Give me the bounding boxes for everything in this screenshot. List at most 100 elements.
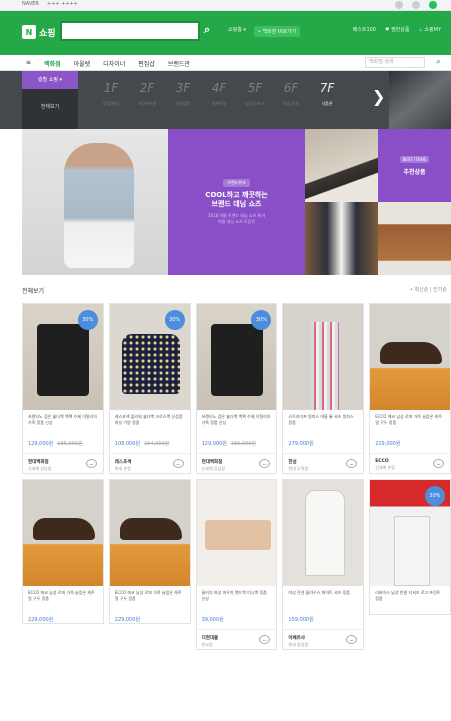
floor-banner-image <box>389 71 451 129</box>
shop-name[interactable]: 현대백화점 <box>202 460 223 465</box>
product-card[interactable]: 스트라이프 원피스 여름 롱 셔츠 원피스 정품 279,000원한섬 현대 무역점… <box>282 303 365 474</box>
tab-designer[interactable]: 디자이너 <box>103 59 125 68</box>
wishlist-link[interactable]: ♥ 찜한상품 <box>385 26 409 33</box>
naver-link[interactable]: NAVER <box>22 1 39 7</box>
original-price: 185,000원 <box>230 441 257 447</box>
product-price: 229,000원 <box>370 440 450 447</box>
banner-promo-panel[interactable]: 브랜드위크 COOL하고 깨끗하는 브랜드 데님 쇼츠 2018 여름 트렌드 … <box>168 129 305 275</box>
shopping-logo[interactable]: N 쇼핑 <box>22 25 56 39</box>
tab-select-shop[interactable]: 편집샵 <box>138 59 155 68</box>
banner-model-image[interactable] <box>22 129 168 275</box>
discount-badge: 30% <box>251 310 272 330</box>
product-title[interactable]: ECCO 에코 남성 로퍼 가죽 슬립온 캐주얼 구두 정품 <box>110 586 190 614</box>
shop-name[interactable]: 한섬 <box>288 460 296 465</box>
product-image[interactable]: 30% <box>23 304 103 410</box>
product-title[interactable]: 스트라이프 원피스 여름 롱 셔츠 원피스 정품 <box>283 410 363 438</box>
shop-name[interactable]: 레스포색 <box>115 460 132 465</box>
model-figure <box>64 143 134 268</box>
product-card[interactable]: ECCO 에코 남성 로퍼 가죽 슬립온 캐주얼 구두 정품 229,000원 EC… <box>369 303 451 474</box>
banner-label: 브랜드위크 <box>223 179 250 187</box>
product-column: 30% 쏘렌티노 검은 숄더백 백팩 수제 이탈리아 가죽 정품 신상 129,00… <box>22 303 104 721</box>
tab-department[interactable]: 백화점 <box>44 59 61 68</box>
product-card[interactable]: 30% 쏘렌티노 검은 숄더백 백팩 수제 이탈리아 가죽 정품 신상 129,00… <box>22 303 104 474</box>
product-title[interactable]: 리바이스 남성 반팔 티셔츠 로고 프린트 정품 <box>370 586 450 614</box>
sale-price: 108,000원 <box>114 441 141 447</box>
product-card[interactable]: 30% 레스포색 플라워 숄더백 크로스백 신상품 여성 가방 정품 108,000… <box>108 303 191 474</box>
profile-icon[interactable] <box>395 1 403 9</box>
floor-label: 식품관 <box>321 101 333 106</box>
product-image[interactable] <box>370 304 450 410</box>
floor-3f[interactable]: 3F 여성정장 <box>166 81 200 107</box>
product-image[interactable]: 30% <box>370 480 450 586</box>
menu-icon[interactable]: ≡ <box>26 59 31 68</box>
product-title[interactable]: 여성 린넨 블라우스 화이트 셔츠 정품 <box>283 586 363 614</box>
floor-7f[interactable]: 7F 식품관 <box>310 81 344 107</box>
department-search-input[interactable]: 백화점 검색 <box>365 57 425 68</box>
header-right-links: 베스트100 ♥ 찜한상품 ⊥ 쇼핑MY <box>353 26 441 33</box>
floor-6f[interactable]: 6F 아동/가정 <box>274 81 308 107</box>
shop-name[interactable]: 더현대몰 <box>202 636 219 641</box>
utility-link[interactable]: +++ ++++ <box>47 1 78 7</box>
search-icon[interactable]: ⌕ <box>436 57 441 67</box>
product-image[interactable] <box>196 480 277 586</box>
mail-icon[interactable] <box>429 1 437 9</box>
product-image[interactable]: 30% <box>109 304 190 410</box>
product-image[interactable] <box>283 304 364 410</box>
product-card[interactable]: ECCO 에코 남성 로퍼 가죽 슬립온 캐주얼 구두 정품 229,000원 <box>22 479 104 624</box>
next-arrow-icon[interactable]: ❯ <box>372 87 385 106</box>
banner-recommend-panel[interactable]: BEST ITEMS 추천상품 <box>378 129 451 202</box>
search-icon[interactable]: ⌕ <box>204 23 210 37</box>
floor-label: 명품/화장 <box>102 101 120 106</box>
floor-number: 2F <box>139 81 155 95</box>
product-price: 39,000원 <box>197 616 277 623</box>
floor-4f[interactable]: 4F 영캐주얼 <box>202 81 236 107</box>
floor-number: 5F <box>247 81 263 95</box>
product-price: 229,000원 <box>23 616 103 623</box>
product-photo <box>210 324 263 396</box>
product-image[interactable] <box>283 480 364 586</box>
product-title[interactable]: 쏘렌티노 검은 숄더백 백팩 수제 이탈리아 가죽 정품 신상 <box>23 410 103 438</box>
shopping-home-link[interactable]: 쇼핑홈 ▾ <box>228 26 246 37</box>
tab-brand[interactable]: 브랜드관 <box>168 59 190 68</box>
floor-1f[interactable]: 1F 명품/화장 <box>94 81 128 107</box>
product-image[interactable] <box>109 480 190 586</box>
product-image[interactable] <box>23 480 103 586</box>
product-card[interactable]: 30% 쏘렌티노 검은 숄더백 백팩 수제 이탈리아 가죽 정품 신상 129,00… <box>195 303 278 474</box>
sort-options[interactable]: • 최신순 | 인기순 <box>410 286 447 293</box>
product-title[interactable]: ECCO 에코 남성 로퍼 가죽 슬립온 캐주얼 구두 정품 <box>23 586 103 614</box>
shop-name[interactable]: 아페르샤 <box>288 636 305 641</box>
product-title[interactable]: 클러치 여성 파우치 핸드백 미니백 정품 신상 <box>197 586 277 614</box>
banner-dress-image[interactable] <box>305 202 378 275</box>
shop-info: 한섬 현대 무역점… <box>283 453 364 473</box>
product-title[interactable]: 쏘렌티노 검은 숄더백 백팩 수제 이탈리아 가죽 정품 신상 <box>197 410 277 438</box>
product-card[interactable]: 30% 리바이스 남성 반팔 티셔츠 로고 프린트 정품 <box>369 479 451 615</box>
department-shortcut-button[interactable]: • 백화점 바로가기 <box>253 26 301 37</box>
floor-all-tab[interactable]: 전체보기 <box>22 89 78 129</box>
chat-icon[interactable]: … <box>172 459 184 468</box>
product-card[interactable]: 클러치 여성 파우치 핸드백 미니백 정품 신상 39,000원 더현대몰 판교점… <box>195 479 278 650</box>
product-image[interactable]: 30% <box>196 304 277 410</box>
product-card[interactable]: ECCO 에코 남성 로퍼 가죽 슬립온 캐주얼 구두 정품 229,000원 <box>108 479 191 624</box>
floor-shopping-dropdown[interactable]: 층별 쇼핑 ▾ <box>22 71 78 89</box>
floor-5f[interactable]: 5F 남성/스포츠 <box>238 81 272 107</box>
notification-icon[interactable] <box>412 1 420 9</box>
banner-bag-image[interactable] <box>378 202 451 275</box>
shop-name[interactable]: 현대백화점 <box>28 460 49 465</box>
product-title[interactable]: ECCO 에코 남성 로퍼 가죽 슬립온 캐주얼 구두 정품 <box>370 410 450 438</box>
my-shopping-link[interactable]: ⊥ 쇼핑MY <box>418 26 441 33</box>
banner-shoes-image[interactable] <box>305 129 378 202</box>
product-card[interactable]: 여성 린넨 블라우스 화이트 셔츠 정품 159,000원 아페르샤 롯데 잠실점… <box>282 479 365 650</box>
chat-icon[interactable]: … <box>432 459 444 468</box>
product-price: 279,000원 <box>283 440 363 447</box>
floor-number: 6F <box>283 81 299 95</box>
floor-2f[interactable]: 2F 여성캐주얼 <box>130 81 164 107</box>
chat-icon[interactable]: … <box>85 459 97 468</box>
discount-badge: 30% <box>164 310 185 330</box>
shop-name[interactable]: ECCO <box>375 459 389 464</box>
best100-link[interactable]: 베스트100 <box>353 26 376 33</box>
sale-price: 129,000원 <box>28 441 54 447</box>
search-input[interactable] <box>60 21 200 41</box>
promo-banner: 브랜드위크 COOL하고 깨끗하는 브랜드 데님 쇼츠 2018 여름 트렌드 … <box>22 129 451 275</box>
tab-outlet[interactable]: 아울렛 <box>74 59 91 68</box>
product-title[interactable]: 레스포색 플라워 숄더백 크로스백 신상품 여성 가방 정품 <box>110 410 190 438</box>
